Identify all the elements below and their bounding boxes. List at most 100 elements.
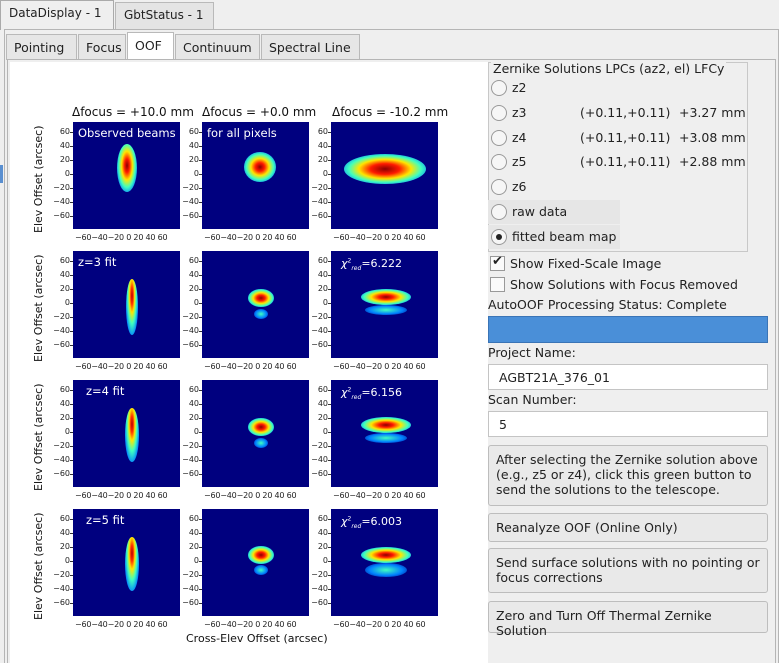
y-axis-label-row4: Elev Offset (arcsec) <box>32 512 45 620</box>
y-tick-mark <box>328 418 331 419</box>
radio-label: z6 <box>512 179 527 194</box>
scan-number-field[interactable]: 5 <box>488 411 768 437</box>
y-tick-label: −60 <box>182 211 199 220</box>
y-tick-mark <box>70 289 73 290</box>
zero-thermal-button[interactable]: Zero and Turn Off Thermal Zernike Soluti… <box>488 601 768 638</box>
y-axis-label-row1: Elev Offset (arcsec) <box>32 125 45 233</box>
y-tick-label: −20 <box>182 570 199 579</box>
y-tick-mark <box>328 432 331 433</box>
chi-square-z5: χ2red=6.003 <box>341 515 403 531</box>
y-tick-label: 0 <box>64 298 70 307</box>
y-tick-mark <box>199 533 202 534</box>
send-surface-button[interactable]: Send surface solutions with no pointing … <box>488 548 768 593</box>
tab-pointing[interactable]: Pointing <box>6 34 77 60</box>
y-tick-label: 0 <box>322 169 328 178</box>
y-tick-label: −60 <box>311 469 328 478</box>
zernike-group-title: Zernike Solutions LPCs (az2, el) LFCy <box>491 61 727 76</box>
y-tick-label: 0 <box>64 556 70 565</box>
y-tick-mark <box>199 174 202 175</box>
radio-circle[interactable] <box>491 80 507 96</box>
y-tick-label: 40 <box>59 141 70 150</box>
tab-spectral-line[interactable]: Spectral Line <box>261 34 360 60</box>
y-tick-label: 0 <box>322 427 328 436</box>
y-tick-mark <box>199 575 202 576</box>
y-tick-mark <box>70 275 73 276</box>
y-tick-label: 0 <box>193 427 199 436</box>
y-tick-mark <box>70 446 73 447</box>
y-tick-label: 20 <box>59 413 70 422</box>
focus-removed-label[interactable]: Show Solutions with Focus Removed <box>510 277 738 292</box>
y-tick-mark <box>328 216 331 217</box>
fixed-scale-checkbox[interactable] <box>490 254 505 271</box>
radio-circle[interactable] <box>491 179 507 195</box>
y-tick-mark <box>199 345 202 346</box>
y-tick-label: 0 <box>193 298 199 307</box>
y-tick-mark <box>70 202 73 203</box>
y-tick-label: 40 <box>188 399 199 408</box>
y-tick-mark <box>328 289 331 290</box>
plot-z5-zero <box>202 509 309 616</box>
y-tick-mark <box>199 216 202 217</box>
y-tick-label: 0 <box>322 298 328 307</box>
y-tick-mark <box>199 474 202 475</box>
tab-focus[interactable]: Focus <box>78 34 126 60</box>
radio-circle[interactable] <box>491 204 507 220</box>
y-tick-label: −40 <box>53 326 70 335</box>
y-tick-mark <box>199 202 202 203</box>
y-tick-mark <box>328 202 331 203</box>
y-tick-label: −40 <box>53 455 70 464</box>
radio-circle[interactable] <box>491 105 507 121</box>
y-tick-label: 60 <box>188 514 199 523</box>
y-tick-label: 0 <box>193 169 199 178</box>
focus-removed-checkbox[interactable] <box>490 277 505 292</box>
tab-continuum[interactable]: Continuum <box>175 34 260 60</box>
radio-circle[interactable] <box>491 154 507 170</box>
z5-lfc-value: +2.88 mm <box>679 154 746 169</box>
project-name-field[interactable]: AGBT21A_376_01 <box>488 364 768 390</box>
fixed-scale-label[interactable]: Show Fixed-Scale Image <box>510 256 661 271</box>
y-tick-mark <box>70 345 73 346</box>
y-tick-label: 60 <box>317 256 328 265</box>
y-tick-mark <box>70 317 73 318</box>
z3-fit-label: z=3 fit <box>78 255 117 269</box>
send-solutions-button[interactable]: After selecting the Zernike solution abo… <box>488 445 768 506</box>
y-tick-mark <box>199 303 202 304</box>
y-tick-mark <box>199 519 202 520</box>
y-tick-mark <box>328 575 331 576</box>
y-tick-label: −40 <box>182 455 199 464</box>
y-tick-label: 40 <box>59 528 70 537</box>
y-tick-mark <box>70 533 73 534</box>
y-tick-mark <box>328 589 331 590</box>
splitter-handle[interactable] <box>0 165 3 183</box>
y-tick-mark <box>199 418 202 419</box>
y-tick-mark <box>199 261 202 262</box>
y-tick-label: −20 <box>53 183 70 192</box>
y-tick-label: 20 <box>317 542 328 551</box>
window-tab-datadisplay[interactable]: DataDisplay - 1 <box>0 0 114 30</box>
y-tick-label: −20 <box>53 570 70 579</box>
window-tab-gbtstatus[interactable]: GbtStatus - 1 <box>115 2 214 29</box>
tab-oof[interactable]: OOF <box>127 32 174 61</box>
reanalyze-oof-button[interactable]: Reanalyze OOF (Online Only) <box>488 513 768 542</box>
radio-circle[interactable] <box>491 130 507 146</box>
radio-label: raw data <box>512 204 568 219</box>
x-tick-labels: −60−40−20 0 20 40 60 <box>333 620 426 629</box>
y-tick-mark <box>199 160 202 161</box>
radio-circle-selected[interactable] <box>491 229 507 245</box>
y-tick-label: −20 <box>311 183 328 192</box>
x-tick-labels: −60−40−20 0 20 40 60 <box>204 362 297 371</box>
y-tick-mark <box>199 317 202 318</box>
x-tick-labels: −60−40−20 0 20 40 60 <box>204 233 297 242</box>
y-tick-mark <box>70 404 73 405</box>
y-tick-mark <box>328 275 331 276</box>
y-tick-label: 60 <box>188 385 199 394</box>
y-tick-mark <box>70 216 73 217</box>
y-tick-mark <box>199 404 202 405</box>
y-tick-mark <box>199 589 202 590</box>
y-tick-label: 20 <box>59 284 70 293</box>
z3-lpc-value: (+0.11,+0.11) <box>580 105 671 120</box>
y-tick-label: 20 <box>317 284 328 293</box>
y-tick-label: 60 <box>317 385 328 394</box>
z4-lpc-value: (+0.11,+0.11) <box>580 130 671 145</box>
y-tick-mark <box>328 474 331 475</box>
